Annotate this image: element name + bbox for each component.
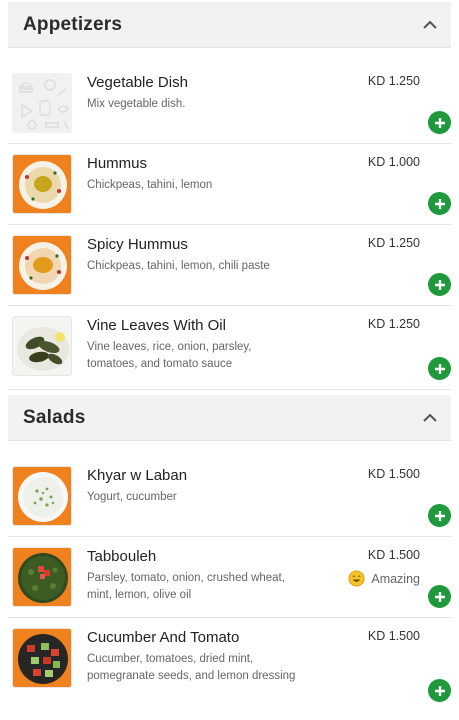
- item-price: KD 1.250: [367, 236, 420, 250]
- plus-icon: [434, 117, 445, 128]
- khyar-w-laban-image: [12, 466, 72, 526]
- add-button[interactable]: [428, 679, 451, 702]
- item-price: KD 1.250: [367, 74, 420, 88]
- plus-icon: [434, 279, 445, 290]
- add-button[interactable]: [428, 504, 451, 527]
- menu-item-spicy-hummus[interactable]: Spicy Hummus Chickpeas, tahini, lemon, c…: [8, 225, 451, 306]
- item-name: Spicy Hummus: [87, 236, 188, 253]
- chevron-up-icon[interactable]: [423, 411, 437, 425]
- item-description: Chickpeas, tahini, lemon: [87, 179, 213, 191]
- menu-item-tabbouleh[interactable]: Tabbouleh Parsley, tomato, onion, crushe…: [8, 537, 451, 618]
- vine-leaves-image: [12, 316, 72, 376]
- item-description: Yogurt, cucumber: [87, 491, 177, 503]
- smiley-icon: [348, 570, 365, 587]
- hummus-image: [12, 154, 72, 214]
- item-price: KD 1.500: [367, 467, 420, 481]
- tabbouleh-image: [12, 547, 72, 607]
- item-price: KD 1.500: [367, 629, 420, 643]
- add-button[interactable]: [428, 585, 451, 608]
- item-price: KD 1.250: [367, 317, 420, 331]
- item-name: Vegetable Dish: [87, 74, 188, 91]
- item-price: KD 1.500: [367, 548, 420, 562]
- item-description: Cucumber, tomatoes, dried mint, pomegran…: [87, 653, 296, 682]
- plus-icon: [434, 510, 445, 521]
- item-description: Chickpeas, tahini, lemon, chili paste: [87, 260, 270, 272]
- menu-item-cucumber-and-tomato[interactable]: Cucumber And Tomato Cucumber, tomatoes, …: [8, 618, 451, 708]
- add-button[interactable]: [428, 111, 451, 134]
- menu-item-vine-leaves-with-oil[interactable]: Vine Leaves With Oil Vine leaves, rice, …: [8, 306, 451, 390]
- section-title: Salads: [23, 406, 86, 428]
- item-description: Vine leaves, rice, onion, parsley, tomat…: [87, 341, 252, 370]
- chevron-up-icon[interactable]: [423, 18, 437, 32]
- plus-icon: [434, 363, 445, 374]
- section-header-appetizers[interactable]: Appetizers: [8, 2, 451, 48]
- plus-icon: [434, 198, 445, 209]
- add-button[interactable]: [428, 357, 451, 380]
- item-name: Vine Leaves With Oil: [87, 317, 226, 334]
- section-header-salads[interactable]: Salads: [8, 395, 451, 441]
- item-name: Tabbouleh: [87, 548, 157, 565]
- badge-label: Amazing: [371, 571, 420, 586]
- item-name: Cucumber And Tomato: [87, 629, 240, 646]
- item-description: Mix vegetable dish.: [87, 98, 186, 110]
- placeholder-image: [12, 73, 72, 133]
- add-button[interactable]: [428, 192, 451, 215]
- section-title: Appetizers: [23, 13, 123, 35]
- item-price: KD 1.000: [367, 155, 420, 169]
- plus-icon: [434, 685, 445, 696]
- item-name: Khyar w Laban: [87, 467, 188, 484]
- menu-item-khyar-w-laban[interactable]: Khyar w Laban Yogurt, cucumber KD 1.500: [8, 456, 451, 537]
- cucumber-tomato-image: [12, 628, 72, 688]
- menu-item-vegetable-dish[interactable]: Vegetable Dish Mix vegetable dish. KD 1.…: [8, 63, 451, 144]
- item-description: Parsley, tomato, onion, crushed wheat, m…: [87, 572, 285, 601]
- item-name: Hummus: [87, 155, 148, 172]
- rating-badge: Amazing: [348, 570, 420, 587]
- add-button[interactable]: [428, 273, 451, 296]
- menu-item-hummus[interactable]: Hummus Chickpeas, tahini, lemon KD 1.000: [8, 144, 451, 225]
- spicy-hummus-image: [12, 235, 72, 295]
- plus-icon: [434, 591, 445, 602]
